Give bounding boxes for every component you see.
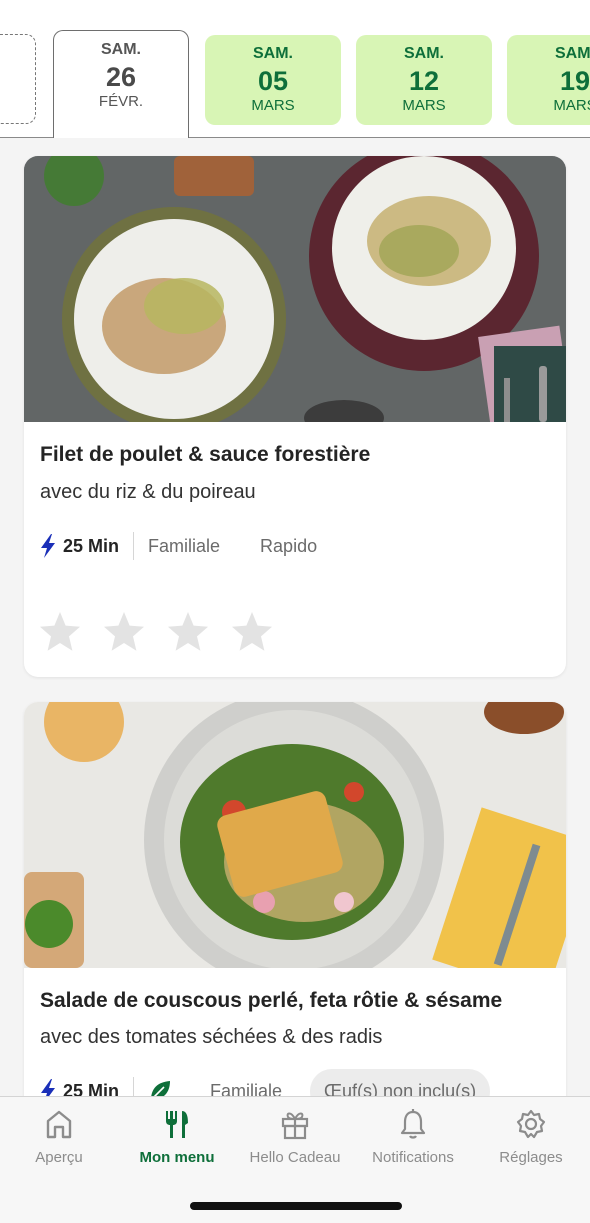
recipe-subtitle: avec du riz & du poireau [40, 481, 256, 503]
home-icon [46, 1110, 72, 1139]
bell-icon [400, 1109, 426, 1139]
nav-label: Mon menu [139, 1149, 215, 1166]
date-tab-weekday: SAM. [404, 45, 444, 62]
date-tab[interactable]: SAM. 12 MARS [356, 35, 492, 125]
gift-icon [281, 1112, 309, 1140]
star-icon[interactable] [230, 610, 274, 654]
date-tab-month: FÉVR. [98, 93, 144, 110]
nav-label: Notifications [372, 1149, 454, 1166]
date-tab-month: MARS [553, 97, 590, 114]
lightning-icon [41, 534, 55, 558]
date-tab-day: 26 [105, 62, 137, 92]
date-tab-weekday: SAM. [101, 41, 141, 58]
nav-item-apercu[interactable]: Aperçu [0, 1107, 118, 1166]
recipe-title: Filet de poulet & sauce forestière [40, 443, 371, 466]
date-tab[interactable]: SAM. 19 MARS [507, 35, 590, 125]
recipe-photo [24, 702, 566, 968]
star-icon[interactable] [102, 610, 146, 654]
recipe-title: Salade de couscous perlé, feta rôtie & s… [40, 989, 503, 1012]
date-tab-day: 05 [257, 66, 289, 96]
star-icon[interactable] [166, 610, 210, 654]
date-tab-weekday: SAM. [555, 45, 590, 62]
date-tab-day: 19 [559, 66, 590, 96]
date-tab-month: MARS [251, 97, 295, 114]
date-tab-selected[interactable]: SAM. 26 FÉVR. [53, 30, 189, 138]
recipe-subtitle: avec des tomates séchées & des radis [40, 1026, 383, 1048]
recipe-meta: 25 Min Familiale Rapido [38, 531, 357, 561]
cutlery-icon [166, 1111, 188, 1138]
recipe-card[interactable]: Salade de couscous perlé, feta rôtie & s… [24, 702, 566, 1122]
nav-item-mon-menu[interactable]: Mon menu [118, 1107, 236, 1166]
date-tab[interactable]: SAM. 05 MARS [205, 35, 341, 125]
recipe-photo [24, 156, 566, 422]
date-tab-previous[interactable] [0, 34, 36, 124]
date-tab-day: 12 [408, 66, 440, 96]
rating-stars[interactable] [38, 610, 294, 654]
recipe-card[interactable]: Filet de poulet & sauce forestière avec … [24, 156, 566, 677]
nav-item-reglages[interactable]: Réglages [472, 1107, 590, 1166]
nav-item-notifications[interactable]: Notifications [354, 1107, 472, 1166]
date-tab-month: MARS [402, 97, 446, 114]
recipe-tag: Rapido [260, 535, 318, 556]
meta-divider [133, 532, 135, 560]
nav-label: Réglages [499, 1149, 563, 1166]
recipe-tag: Familiale [148, 535, 221, 556]
nav-label: Aperçu [35, 1149, 83, 1166]
gear-icon [516, 1109, 546, 1139]
star-icon[interactable] [38, 610, 82, 654]
delivery-date-strip: SAM. 26 FÉVR. SAM. 05 MARS SAM. 12 MARS … [0, 0, 590, 138]
nav-label: Hello Cadeau [249, 1149, 341, 1166]
home-indicator[interactable] [190, 1202, 402, 1210]
nav-item-hello-cadeau[interactable]: Hello Cadeau [236, 1107, 354, 1166]
date-tab-weekday: SAM. [253, 45, 293, 62]
prep-time: 25 Min [63, 535, 120, 556]
